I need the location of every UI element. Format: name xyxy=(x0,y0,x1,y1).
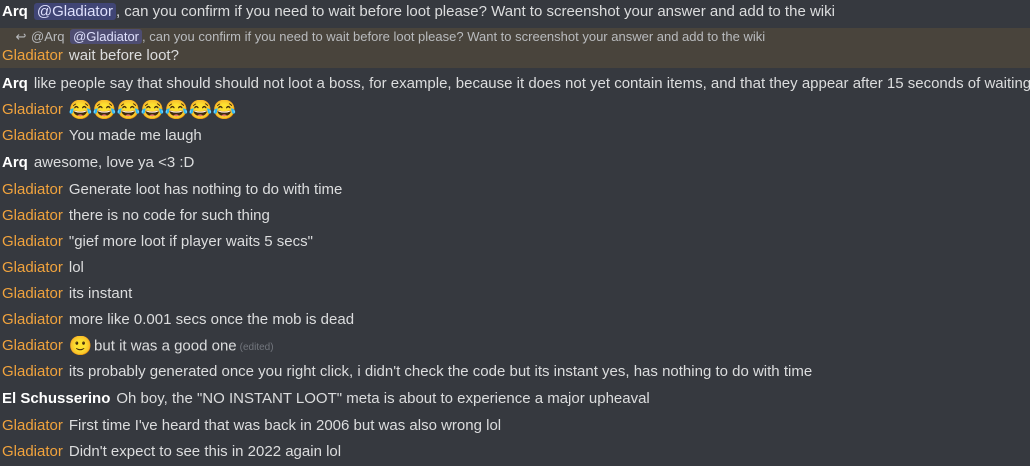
author-name[interactable]: Gladiator xyxy=(2,127,63,144)
message-gladiator-11: Gladiator First time I've heard that was … xyxy=(0,416,1030,436)
laughing-emoji-icon[interactable]: 😂 xyxy=(93,100,117,121)
message-text: awesome, love ya <3 :D xyxy=(33,154,195,171)
author-name[interactable]: El Schusserino xyxy=(2,390,110,407)
message-gladiator-7: Gladiator its instant xyxy=(0,284,1030,304)
message-text: wait before loot? xyxy=(68,47,179,64)
message-text: Oh boy, the "NO INSTANT LOOT" meta is ab… xyxy=(116,390,650,407)
author-name[interactable]: Arq xyxy=(2,154,28,171)
message-gladiator-8: Gladiator more like 0.001 secs once the m… xyxy=(0,310,1030,330)
author-name[interactable]: Gladiator xyxy=(2,259,63,276)
author-name[interactable]: Gladiator xyxy=(2,337,63,354)
message-gladiator-emojis: Gladiator 😂 😂 😂 😂 😂 😂 😂 xyxy=(0,100,1030,122)
message-gladiator-10: Gladiator its probably generated once you… xyxy=(0,362,1030,382)
laughing-emoji-icon[interactable]: 😂 xyxy=(117,100,141,121)
author-name[interactable]: Arq xyxy=(2,3,28,20)
message-schusserino: El Schusserino Oh boy, the "NO INSTANT LO… xyxy=(0,389,1030,409)
author-name[interactable]: Gladiator xyxy=(2,181,63,198)
laughing-emoji-icon[interactable]: 😂 xyxy=(213,100,237,121)
message-text: but it was a good one xyxy=(94,337,237,355)
message-text: there is no code for such thing xyxy=(68,207,270,224)
slight-smile-emoji-icon[interactable]: 🙂 xyxy=(69,336,93,357)
message-gladiator-9: Gladiator 🙂 but it was a good one (edited) xyxy=(0,336,1030,358)
message-text: "gief more loot if player waits 5 secs" xyxy=(68,233,313,250)
message-text: , can you confirm if you need to wait be… xyxy=(115,3,835,20)
chat-log: Arq @Gladiator, can you confirm if you ne… xyxy=(0,0,1030,466)
message-arq-1: Arq @Gladiator, can you confirm if you ne… xyxy=(0,2,1030,22)
message-text: its instant xyxy=(68,285,133,302)
message-gladiator-4: Gladiator there is no code for such thing xyxy=(0,206,1030,226)
message-gladiator-12: Gladiator Didn't expect to see this in 20… xyxy=(0,442,1030,462)
reply-text: , can you confirm if you need to wait be… xyxy=(142,29,766,44)
message-arq-3: Arq awesome, love ya <3 :D xyxy=(0,153,1030,173)
laughing-emoji-icon[interactable]: 😂 xyxy=(141,100,165,121)
author-name[interactable]: Gladiator xyxy=(2,311,63,328)
message-text: Generate loot has nothing to do with tim… xyxy=(68,181,343,198)
message-gladiator-5: Gladiator "gief more loot if player waits… xyxy=(0,232,1030,252)
message-gladiator-3: Gladiator Generate loot has nothing to do… xyxy=(0,180,1030,200)
laughing-emoji-icon[interactable]: 😂 xyxy=(69,100,93,121)
reply-preview[interactable]: ↩ @Arq @Gladiator, can you confirm if you… xyxy=(0,28,1030,46)
message-text: lol xyxy=(68,259,84,276)
author-name[interactable]: Gladiator xyxy=(2,47,63,64)
message-arq-2: Arq like people say that should should no… xyxy=(0,74,1030,94)
reply-arrow-icon: ↩ xyxy=(15,29,27,44)
message-text: its probably generated once you right cl… xyxy=(68,363,813,380)
author-name[interactable]: Arq xyxy=(2,75,28,92)
author-name[interactable]: Gladiator xyxy=(2,417,63,434)
author-name[interactable]: Gladiator xyxy=(2,101,63,118)
emoji-row: 😂 😂 😂 😂 😂 😂 😂 xyxy=(69,100,237,121)
message-text: You made me laugh xyxy=(68,127,202,144)
edited-label: (edited) xyxy=(239,342,274,354)
message-text: more like 0.001 secs once the mob is dea… xyxy=(68,311,355,328)
message-text: like people say that should should not l… xyxy=(33,75,1030,92)
message-text: Didn't expect to see this in 2022 again … xyxy=(68,443,342,460)
message-gladiator-2: Gladiator You made me laugh xyxy=(0,126,1030,146)
author-name[interactable]: Gladiator xyxy=(2,207,63,224)
mention-gladiator[interactable]: @Gladiator xyxy=(33,3,116,20)
laughing-emoji-icon[interactable]: 😂 xyxy=(189,100,213,121)
author-name[interactable]: Gladiator xyxy=(2,285,63,302)
laughing-emoji-icon[interactable]: 😂 xyxy=(165,100,189,121)
reply-author[interactable]: @Arq xyxy=(31,29,66,44)
message-text: First time I've heard that was back in 2… xyxy=(68,417,502,434)
reply-mention[interactable]: @Gladiator xyxy=(70,29,143,44)
author-name[interactable]: Gladiator xyxy=(2,363,63,380)
message-gladiator-6: Gladiator lol xyxy=(0,258,1030,278)
author-name[interactable]: Gladiator xyxy=(2,443,63,460)
author-name[interactable]: Gladiator xyxy=(2,233,63,250)
message-gladiator-1: Gladiator wait before loot? xyxy=(0,46,1030,66)
